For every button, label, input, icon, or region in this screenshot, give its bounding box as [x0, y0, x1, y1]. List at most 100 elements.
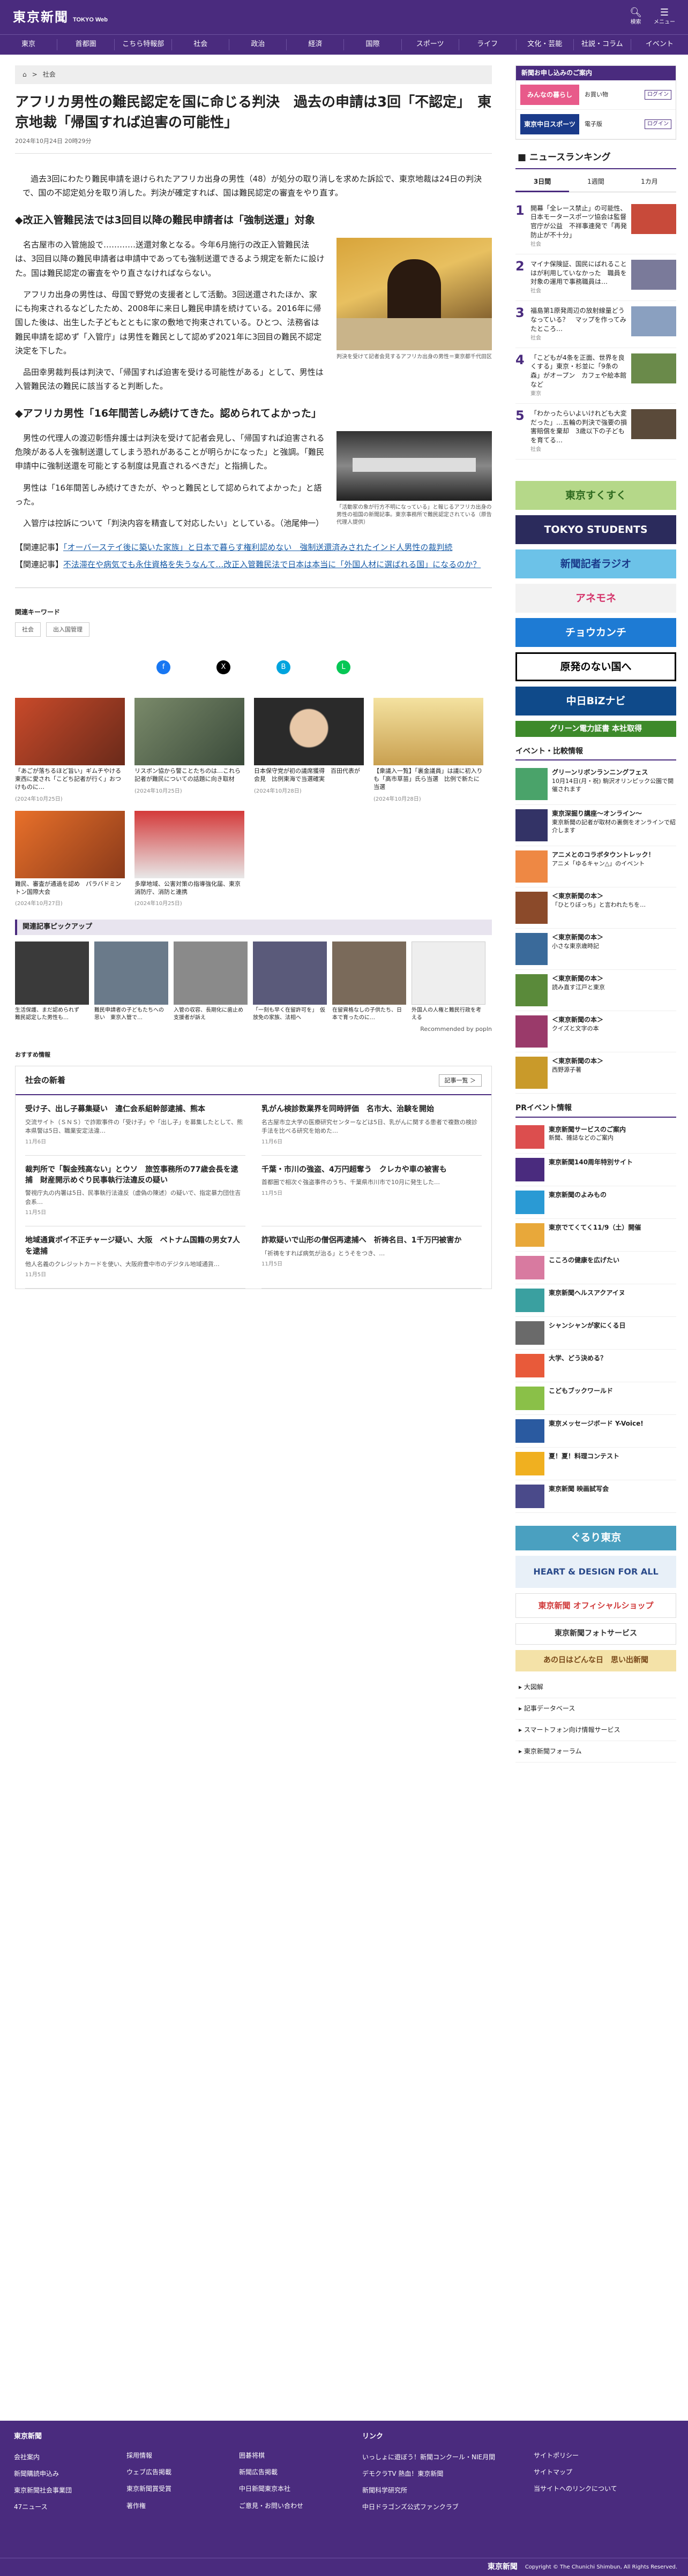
event-item[interactable]: ＜東京新聞の本＞ 小さな東京歳時記 [515, 929, 676, 970]
footer-link[interactable]: いっしょに遊ぼう！新聞コンクール・NIE月間 [362, 2452, 534, 2462]
event-item[interactable]: ＜東京新聞の本＞ 西野源子著 [515, 1052, 676, 1094]
event-item[interactable]: アニメとのコラボタウントレック！ アニメ「ゆるキャン△」のイベント [515, 846, 676, 888]
line-icon[interactable]: L [336, 660, 350, 675]
footer-link[interactable]: サイトマップ [534, 2467, 668, 2477]
nav-item[interactable]: 政治 [229, 39, 287, 50]
hatena-icon[interactable]: B [276, 660, 290, 675]
pickup-card[interactable]: 生活保護、まだ認められず 難民認定した男性も… [15, 941, 89, 1021]
ranking-item[interactable]: 4 「こどもが4条を正面、世界を良くする」東京・杉並に「9条の森」がオープン カフ… [515, 348, 676, 404]
pr-item[interactable]: 夏！夏！料理コンテスト [515, 1448, 676, 1480]
ranking-item[interactable]: 3 福島第1原発周辺の放射線量どうなっている？ マップを作ってみたところ… 社会 [515, 301, 676, 348]
nav-item[interactable]: 経済 [287, 39, 345, 50]
news-item[interactable]: 千葉・市川の強盗、4万円超奪う クレカや車の被害も 首都圏で相次ぐ強盗事件のうち、… [261, 1156, 482, 1227]
footer-link[interactable]: 採用情報 [126, 2451, 239, 2461]
related-link[interactable]: 【関連記事】不法滞在や病気でも永住資格を失うなんて…改正入管難民法で日本は本当に… [15, 558, 492, 572]
press-conference-photo[interactable] [336, 238, 492, 351]
nav-item[interactable]: イベント [631, 39, 688, 50]
ranking-item[interactable]: 1 開幕「全レース禁止」の可能性、日本モータースポーツ協会は監督官庁が公益 不祥事… [515, 199, 676, 254]
footer-link[interactable]: 中日ドラゴンズ公式ファンクラブ [362, 2502, 534, 2512]
more-articles-button[interactable]: 記事一覧 ＞ [438, 1074, 482, 1087]
menu-button[interactable]: ☰ メニュー [654, 7, 675, 27]
pr-item[interactable]: 東京新聞140周年特別サイト [515, 1154, 676, 1186]
footer-link[interactable]: 中日新聞東京本社 [239, 2484, 362, 2494]
pickup-card[interactable]: 「一刻も早く在留許可を」 仮放免の家族、法相へ [253, 941, 327, 1021]
event-item[interactable]: ＜東京新聞の本＞ 「ひとりぼっち」と言われたちを… [515, 887, 676, 929]
footer-link[interactable]: 47ニュース [14, 2502, 126, 2512]
login-button[interactable]: ログイン [645, 90, 671, 100]
news-item[interactable]: 乳がん検診数業界を同時評価 名市大、治験を開始 名古屋市立大学の医療研究センターな… [261, 1095, 482, 1156]
thumbnail-card[interactable]: 多摩地域、公害対策の指導強化届、東京消防庁、消防と連携 (2024年10月25日) [134, 810, 244, 909]
pickup-card[interactable]: 入管の収容、長期化に歯止め 支援者が訴え [174, 941, 249, 1021]
banner-gururi[interactable]: ぐるり東京 [515, 1525, 676, 1550]
event-item[interactable]: グリーンリボンランニングフェス 10月14日(月・祝) 駒沢オリンピック公園で開催… [515, 764, 676, 805]
pr-item[interactable]: こころの健康を広げたい [515, 1252, 676, 1284]
news-item[interactable]: 受け子、出し子募集疑い 違仁会系組幹部逮捕、熊本 交流サイト（ＳＮＳ）で詐欺事件の… [25, 1095, 245, 1156]
facebook-icon[interactable]: f [156, 660, 170, 675]
promo-item[interactable]: 東京中日スポーツ 電子版 ログイン [516, 110, 676, 140]
keyword-tag[interactable]: 出入国管理 [46, 622, 89, 637]
footer-link[interactable]: 新聞広告掲載 [239, 2467, 362, 2477]
nav-item[interactable]: こちら特報部 [115, 39, 173, 50]
banner-radio[interactable]: 新聞記者ラジオ [515, 549, 676, 578]
keyword-tag[interactable]: 社会 [15, 622, 41, 637]
thumbnail-card[interactable]: 「あごが落ちるほど旨い」ギムチやける東西に愛され「こどち記者が行く」おつけものに… [15, 698, 125, 804]
footer-link[interactable]: 東京新聞賞受賞 [126, 2484, 239, 2494]
breadcrumb-category[interactable]: 社会 [43, 70, 56, 80]
news-item[interactable]: 詐欺疑いで山形の僧侶再逮捕へ 祈祷名目、1千万円被害か 「祈祷をすれば病気が治る」… [261, 1226, 482, 1289]
pickup-card[interactable]: 在留資格なしの子供たち、日本で育ったのに… [332, 941, 406, 1021]
nav-item[interactable]: 国際 [344, 39, 402, 50]
pr-item[interactable]: 大学、どう決める？ [515, 1350, 676, 1382]
nav-item[interactable]: 社会 [172, 39, 230, 50]
login-button[interactable]: ログイン [645, 119, 671, 130]
thumbnail-card[interactable]: 日本保守党が初の議席獲得 百田代表が会見 比例東海で当選確実 (2024年10月2… [254, 698, 364, 804]
pr-item[interactable]: こどもブックワールド [515, 1382, 676, 1415]
tab-3days[interactable]: 3日間 [515, 174, 569, 192]
banner-genpatsu[interactable]: 原発のない国へ [515, 652, 676, 681]
site-logo[interactable]: 東京新聞 TOKYO Web [13, 7, 108, 27]
sidebar-link[interactable]: ▸ 大図解 [515, 1677, 676, 1698]
footer-link[interactable]: 新聞購読申込み [14, 2469, 126, 2479]
sidebar-link[interactable]: ▸ 東京新聞フォーラム [515, 1741, 676, 1763]
event-item[interactable]: 東京深掘り講座〜オンライン〜 東京新聞の記者が取材の裏側をオンラインで紹介します [515, 805, 676, 847]
news-item[interactable]: 地域通貨ポイ不正チャージ疑い、大阪 ペトナム国籍の男女7人を逮捕 他人名義のクレジ… [25, 1226, 245, 1289]
banner-biznavi[interactable]: 中日BiZナビ [515, 686, 676, 715]
pickup-card[interactable]: 外国人の人権と難民行政を考える [412, 941, 485, 1021]
footer-link[interactable]: サイトポリシー [534, 2451, 668, 2461]
sidebar-link[interactable]: ▸ 記事データベース [515, 1698, 676, 1720]
footer-link[interactable]: 会社案内 [14, 2452, 126, 2462]
banner-photo[interactable]: 東京新聞フォトサービス [515, 1623, 676, 1645]
newspaper-photo[interactable] [336, 431, 492, 501]
thumbnail-card[interactable]: 【衆議入一覧】「裏金議員」は議に初入りも「高市草苗」氏ら当選 比例で新たに当選(… [373, 698, 483, 804]
banner-green-power[interactable]: グリーン電力証書 本社取得 [515, 720, 676, 737]
search-button[interactable]: 🔍︎ 検索 [630, 7, 642, 27]
related-link[interactable]: 【関連記事】「オーバーステイ後に築いた家族」と日本で暮らす権利認めない 強制送還… [15, 541, 492, 555]
news-item[interactable]: 裁判所で「製金残高ない」とウソ 旅笠事務所の77歳会長を逮捕 財産開示めぐり民事… [25, 1156, 245, 1227]
footer-link[interactable]: 当サイトへのリンクについて [534, 2484, 668, 2494]
nav-item[interactable]: 東京 [0, 39, 58, 50]
pr-item[interactable]: 東京でてくてく11/9（土）開催 [515, 1219, 676, 1252]
sidebar-link[interactable]: ▸ スマートフォン向け情報サービス [515, 1720, 676, 1742]
banner-students[interactable]: TOKYO STUDENTS [515, 515, 676, 544]
banner-heart-design[interactable]: HEART & DESIGN FOR ALL [515, 1555, 676, 1588]
home-icon[interactable]: ⌂ [23, 70, 27, 80]
nav-item[interactable]: 文化・芸能 [517, 39, 574, 50]
footer-link[interactable]: 東京新聞社会事業団 [14, 2485, 126, 2496]
nav-item[interactable]: 首都圏 [57, 39, 115, 50]
pr-item[interactable]: 東京新聞ヘルスアクアイヌ [515, 1284, 676, 1317]
banner-shop[interactable]: 東京新聞 オフィシャルショップ [515, 1593, 676, 1618]
event-item[interactable]: ＜東京新聞の本＞ 読み直す江戸と東京 [515, 970, 676, 1012]
nav-item[interactable]: スポーツ [402, 39, 459, 50]
thumbnail-card[interactable]: リスボン協から警ことたちのは…これら記者が難民についての話題に向き取材 (2024… [134, 698, 244, 804]
x-icon[interactable]: X [216, 660, 230, 675]
pr-item[interactable]: 東京新聞のよみもの [515, 1186, 676, 1219]
nav-item[interactable]: 社説・コラム [574, 39, 631, 50]
banner-omoide[interactable]: あの日はどんな日 思い出新聞 [515, 1649, 676, 1671]
tab-1month[interactable]: 1カ月 [623, 174, 676, 192]
pr-item[interactable]: 東京新聞サービスのご案内 新聞、雑誌などのご案内 [515, 1121, 676, 1154]
pr-item[interactable]: 東京新聞 映画試写会 [515, 1480, 676, 1513]
footer-link[interactable]: 囲碁将棋 [239, 2451, 362, 2461]
tab-1week[interactable]: 1週間 [569, 174, 623, 192]
banner-choukanchi[interactable]: チョウカンチ [515, 617, 676, 647]
ranking-item[interactable]: 5 「わかったらいよいけれども大変だった」…五輪の判決で強要の損害賠償を棄却 3歳… [515, 404, 676, 460]
footer-link[interactable]: ウェブ広告掲載 [126, 2467, 239, 2477]
